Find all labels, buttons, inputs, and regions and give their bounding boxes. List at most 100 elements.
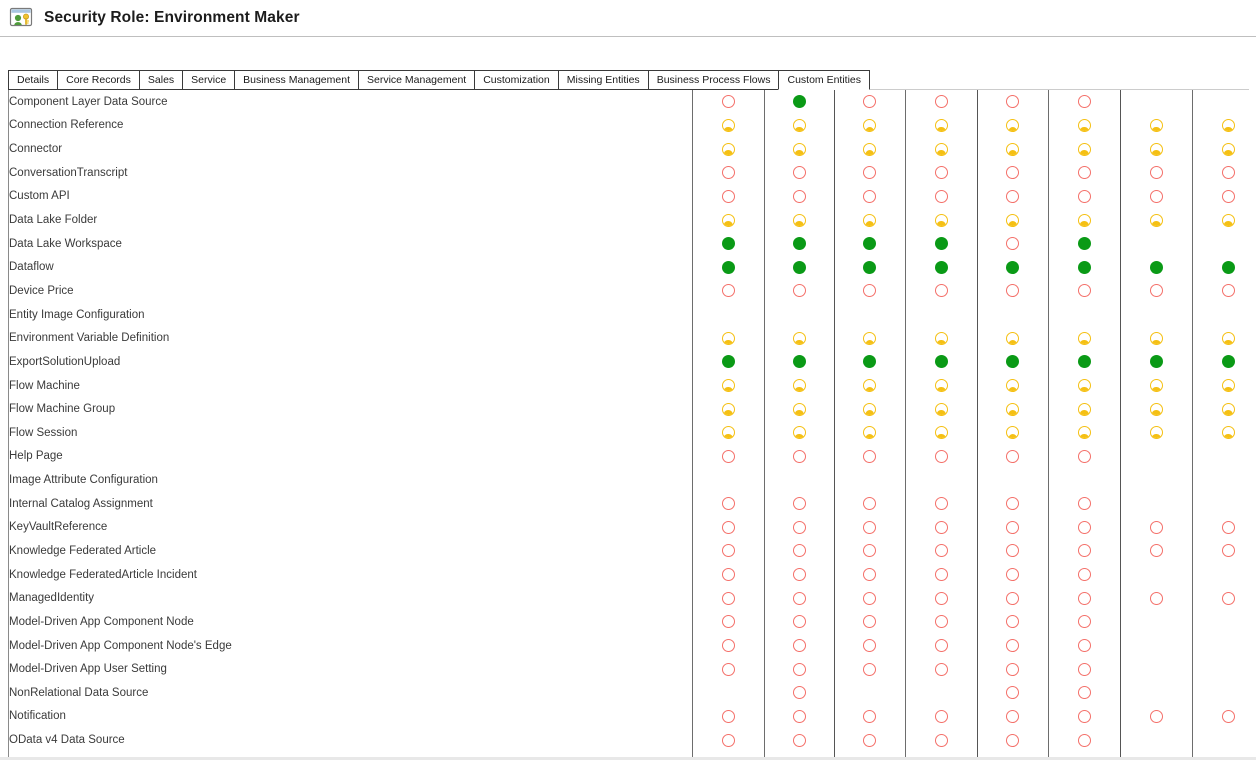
privilege-cell[interactable] xyxy=(1048,562,1121,587)
privilege-cell[interactable] xyxy=(692,326,765,351)
privilege-none-icon[interactable] xyxy=(1006,520,1019,534)
privilege-cell[interactable] xyxy=(692,113,765,138)
table-row[interactable]: ConversationTranscript xyxy=(9,160,1249,185)
privilege-full-icon[interactable] xyxy=(863,355,876,369)
privilege-cell[interactable] xyxy=(692,231,765,256)
privilege-none-icon[interactable] xyxy=(1221,189,1235,203)
privilege-none-icon[interactable] xyxy=(1077,639,1091,653)
privilege-cell[interactable] xyxy=(764,657,835,682)
privilege-cell[interactable] xyxy=(692,397,765,421)
privilege-cell[interactable] xyxy=(764,562,835,587)
privilege-partial-icon[interactable] xyxy=(863,213,876,227)
privilege-partial-icon[interactable] xyxy=(1006,402,1019,416)
privilege-cell[interactable] xyxy=(692,681,765,705)
privilege-cell[interactable] xyxy=(977,397,1049,421)
privilege-full-icon[interactable] xyxy=(1077,260,1091,274)
privilege-none-icon[interactable] xyxy=(934,662,948,676)
privilege-cell[interactable] xyxy=(834,491,906,516)
privilege-cell[interactable] xyxy=(1120,728,1193,752)
privilege-none-icon[interactable] xyxy=(1006,449,1019,463)
privilege-none-icon[interactable] xyxy=(1006,166,1019,180)
privilege-partial-icon[interactable] xyxy=(792,426,806,440)
privilege-cell[interactable] xyxy=(764,681,835,705)
privilege-partial-icon[interactable] xyxy=(1077,402,1091,416)
privilege-none-icon[interactable] xyxy=(1077,95,1091,109)
privilege-none-icon[interactable] xyxy=(1006,686,1019,700)
privilege-cell[interactable] xyxy=(764,113,835,138)
privilege-none-icon[interactable] xyxy=(934,95,948,109)
privilege-full-icon[interactable] xyxy=(1149,260,1163,274)
privilege-partial-icon[interactable] xyxy=(792,142,806,156)
privilege-full-icon[interactable] xyxy=(721,237,735,251)
privilege-cell[interactable] xyxy=(905,491,978,516)
privilege-partial-icon[interactable] xyxy=(1077,142,1091,156)
privilege-blank-icon[interactable] xyxy=(722,308,735,321)
privilege-cell[interactable] xyxy=(1192,681,1249,705)
privilege-cell[interactable] xyxy=(1120,397,1193,421)
privilege-blank-icon[interactable] xyxy=(1150,497,1163,510)
privilege-partial-icon[interactable] xyxy=(721,426,735,440)
privilege-cell[interactable] xyxy=(692,302,765,327)
privilege-none-icon[interactable] xyxy=(792,568,806,582)
privilege-cell[interactable] xyxy=(692,633,765,658)
privilege-partial-icon[interactable] xyxy=(863,118,876,132)
privilege-cell[interactable] xyxy=(1192,90,1249,114)
privilege-none-icon[interactable] xyxy=(1077,662,1091,676)
privilege-cell[interactable] xyxy=(764,160,835,185)
privilege-cell[interactable] xyxy=(905,90,978,114)
privilege-partial-icon[interactable] xyxy=(1221,213,1235,227)
privilege-none-icon[interactable] xyxy=(934,615,948,629)
privilege-cell[interactable] xyxy=(692,137,765,161)
privilege-none-icon[interactable] xyxy=(934,284,948,298)
privilege-none-icon[interactable] xyxy=(792,662,806,676)
privilege-partial-icon[interactable] xyxy=(1221,402,1235,416)
privilege-cell[interactable] xyxy=(1120,491,1193,516)
privilege-cell[interactable] xyxy=(977,610,1049,634)
privilege-cell[interactable] xyxy=(834,373,906,398)
privilege-cell[interactable] xyxy=(1120,326,1193,351)
privilege-cell[interactable] xyxy=(1192,705,1249,729)
privilege-cell[interactable] xyxy=(977,137,1049,161)
privilege-cell[interactable] xyxy=(1192,374,1249,398)
privilege-none-icon[interactable] xyxy=(1221,709,1235,723)
table-row[interactable]: Model-Driven App Component Node's Edge xyxy=(9,633,1249,658)
privilege-full-icon[interactable] xyxy=(863,260,876,274)
privilege-partial-icon[interactable] xyxy=(792,331,806,345)
privilege-cell[interactable] xyxy=(692,728,765,752)
privilege-cell[interactable] xyxy=(1192,255,1249,279)
privilege-blank-icon[interactable] xyxy=(793,474,806,487)
privilege-partial-icon[interactable] xyxy=(1077,331,1091,345)
privilege-cell[interactable] xyxy=(1120,279,1193,303)
privilege-none-icon[interactable] xyxy=(1221,284,1235,298)
privilege-cell[interactable] xyxy=(834,633,906,658)
privilege-cell[interactable] xyxy=(977,160,1049,185)
privilege-none-icon[interactable] xyxy=(1221,544,1235,558)
privilege-none-icon[interactable] xyxy=(863,544,876,558)
privilege-partial-icon[interactable] xyxy=(1149,213,1163,227)
privilege-cell[interactable] xyxy=(1048,302,1121,327)
privilege-cell[interactable] xyxy=(834,90,906,114)
privilege-blank-icon[interactable] xyxy=(1006,474,1019,487)
privilege-none-icon[interactable] xyxy=(863,662,876,676)
privilege-cell[interactable] xyxy=(1120,468,1193,492)
privilege-cell[interactable] xyxy=(1192,492,1249,516)
privilege-partial-icon[interactable] xyxy=(1006,331,1019,345)
privilege-partial-icon[interactable] xyxy=(721,142,735,156)
privilege-cell[interactable] xyxy=(1120,539,1193,563)
privilege-cell[interactable] xyxy=(1120,420,1193,445)
privilege-cell[interactable] xyxy=(977,326,1049,351)
privilege-blank-icon[interactable] xyxy=(863,686,876,699)
privilege-blank-icon[interactable] xyxy=(722,474,735,487)
privilege-cell[interactable] xyxy=(1192,421,1249,445)
table-row[interactable]: Custom API xyxy=(9,184,1249,209)
privilege-partial-icon[interactable] xyxy=(1149,331,1163,345)
privilege-full-icon[interactable] xyxy=(934,237,948,251)
table-row[interactable]: ManagedIdentity xyxy=(9,586,1249,611)
privilege-none-icon[interactable] xyxy=(792,591,806,605)
privilege-partial-icon[interactable] xyxy=(1221,118,1235,132)
tab-business-management[interactable]: Business Management xyxy=(234,70,358,90)
privilege-cell[interactable] xyxy=(1192,161,1249,185)
privilege-cell[interactable] xyxy=(692,657,765,682)
privilege-blank-icon[interactable] xyxy=(863,308,876,321)
privilege-cell[interactable] xyxy=(764,208,835,232)
